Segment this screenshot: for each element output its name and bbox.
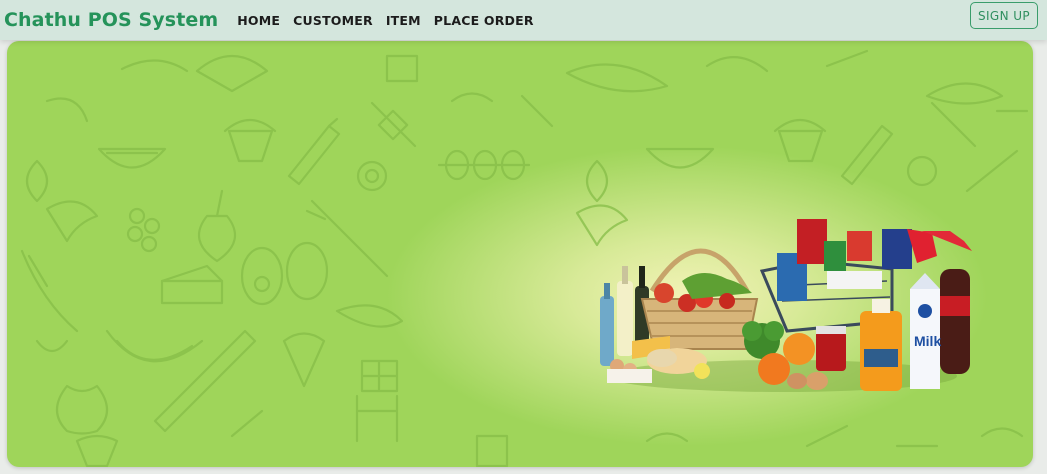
nav-link-home[interactable]: HOME — [237, 13, 280, 28]
main-nav: HOME CUSTOMER ITEM PLACE ORDER — [237, 13, 546, 28]
brand-logo-text[interactable]: Chathu POS System — [4, 9, 218, 31]
top-navbar: Chathu POS System HOME CUSTOMER ITEM PLA… — [0, 0, 1047, 40]
hero-banner: Milk — [7, 41, 1033, 467]
nav-link-item[interactable]: ITEM — [386, 13, 421, 28]
nav-link-customer[interactable]: CUSTOMER — [293, 13, 373, 28]
milk-carton-label: Milk — [914, 333, 941, 349]
sign-up-button[interactable]: SIGN UP — [970, 2, 1038, 29]
grocery-basket-image: Milk — [600, 219, 972, 392]
nav-link-place-order[interactable]: PLACE ORDER — [434, 13, 534, 28]
